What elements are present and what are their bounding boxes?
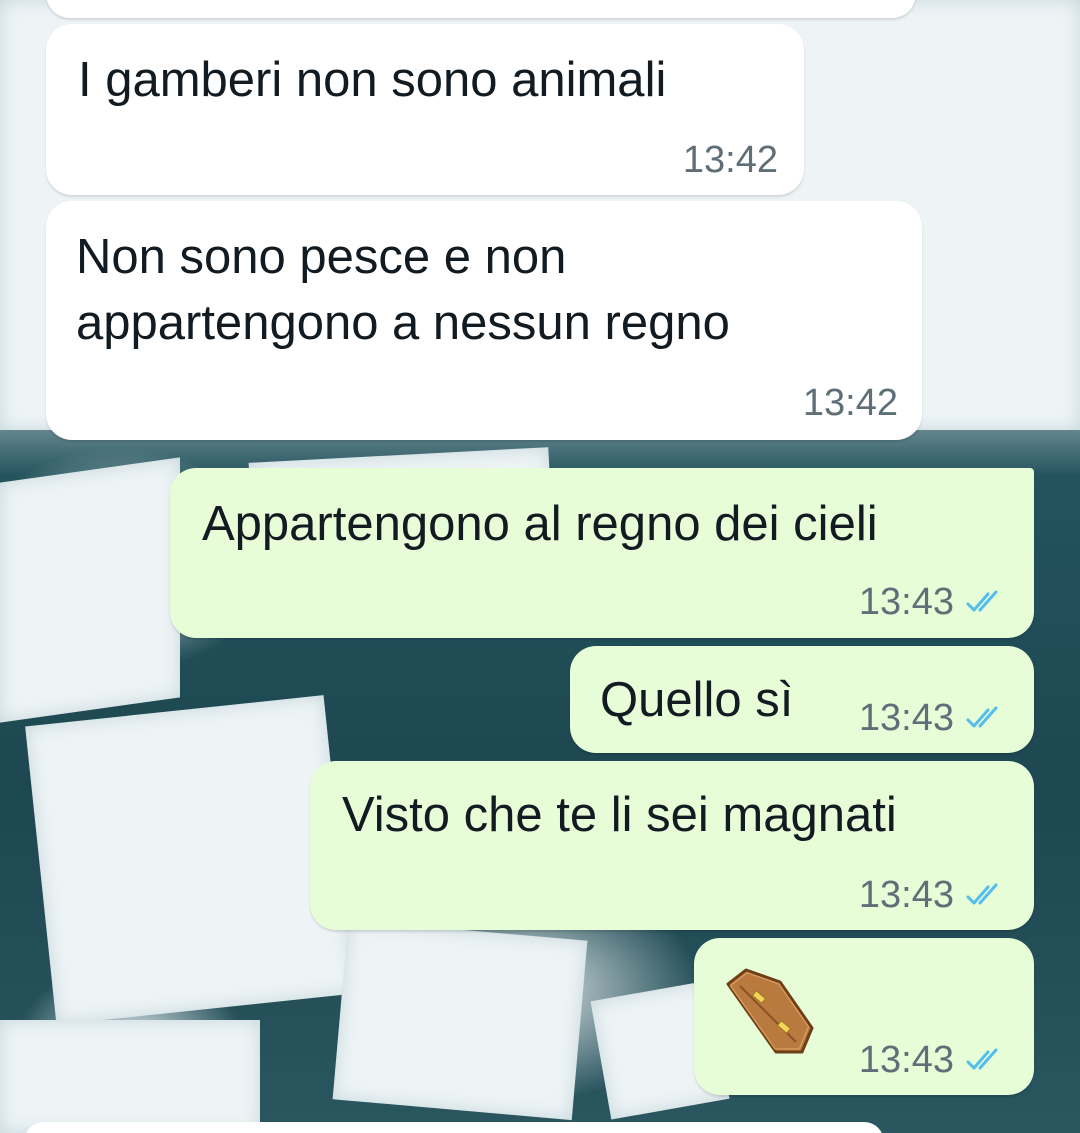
message-bubble-incoming[interactable]: Non sono pesce e non appartengono a ness…	[46, 201, 922, 440]
message-timestamp: 13:43	[859, 696, 1006, 740]
message-bubble-partial[interactable]	[24, 1122, 884, 1133]
message-text-line: Non sono pesce e non	[76, 230, 567, 284]
coffin-emoji	[726, 968, 814, 1054]
message-timestamp: 13:43	[859, 1038, 1006, 1082]
read-double-check-icon	[966, 1048, 998, 1070]
message-time: 13:42	[682, 139, 778, 181]
message-timestamp: 13:43	[859, 580, 1006, 624]
message-timestamp: 13:43	[859, 873, 1006, 917]
message-time: 13:43	[858, 697, 954, 739]
ice-floe	[332, 919, 588, 1121]
message-text: Appartengono al regno dei cieli	[202, 497, 878, 551]
read-double-check-icon	[966, 883, 998, 905]
ice-floe	[25, 695, 355, 1025]
message-bubble-outgoing[interactable]: Visto che te li sei magnati 13:43	[310, 761, 1034, 930]
message-bubble-outgoing[interactable]: 13:43	[694, 938, 1034, 1095]
ice-floe	[0, 1020, 260, 1133]
message-timestamp: 13:42	[803, 381, 898, 425]
message-bubble-outgoing[interactable]: Appartengono al regno dei cieli 13:43	[170, 468, 1034, 638]
ice-floe	[0, 457, 180, 723]
message-text: Quello sì	[600, 673, 794, 727]
message-time: 13:43	[858, 581, 954, 623]
message-bubble-partial[interactable]	[46, 0, 916, 18]
message-time: 13:43	[858, 1039, 954, 1081]
read-double-check-icon	[966, 706, 998, 728]
message-time: 13:43	[858, 874, 954, 916]
message-time: 13:42	[802, 382, 898, 424]
message-text-line: appartengono a nessun regno	[76, 296, 730, 350]
read-double-check-icon	[966, 590, 998, 612]
message-text: Visto che te li sei magnati	[342, 788, 897, 842]
message-text: I gamberi non sono animali	[78, 53, 667, 107]
message-timestamp: 13:42	[683, 138, 778, 182]
message-bubble-incoming[interactable]: I gamberi non sono animali 13:42	[46, 24, 804, 195]
message-bubble-outgoing[interactable]: Quello sì 13:43	[570, 646, 1034, 753]
